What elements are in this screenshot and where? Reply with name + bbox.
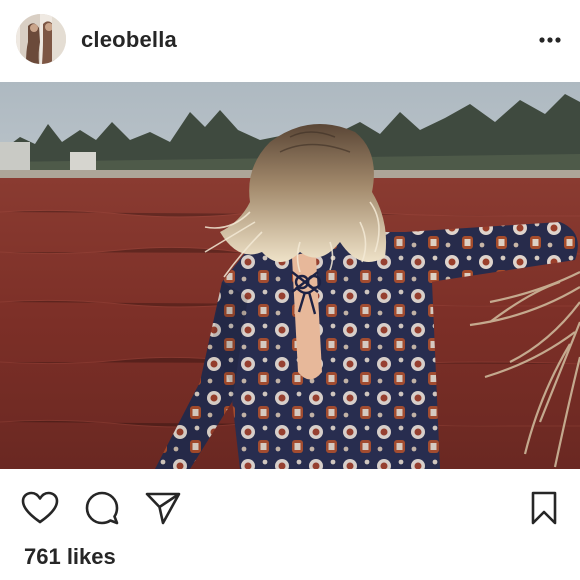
avatar[interactable] [16, 14, 66, 64]
post-header: cleobella [0, 0, 580, 80]
heart-icon[interactable] [20, 488, 60, 528]
photo-illustration [0, 82, 580, 469]
post-photo[interactable] [0, 82, 580, 469]
share-icon[interactable] [143, 488, 183, 528]
likes-count[interactable]: 761 likes [24, 543, 116, 571]
avatar-image [16, 14, 66, 64]
bookmark-icon[interactable] [524, 488, 564, 528]
comment-icon[interactable] [82, 488, 122, 528]
more-options-icon[interactable] [536, 28, 564, 52]
action-bar [0, 470, 580, 544]
instagram-post: cleobella 761 likes [0, 0, 580, 580]
username[interactable]: cleobella [81, 26, 177, 54]
